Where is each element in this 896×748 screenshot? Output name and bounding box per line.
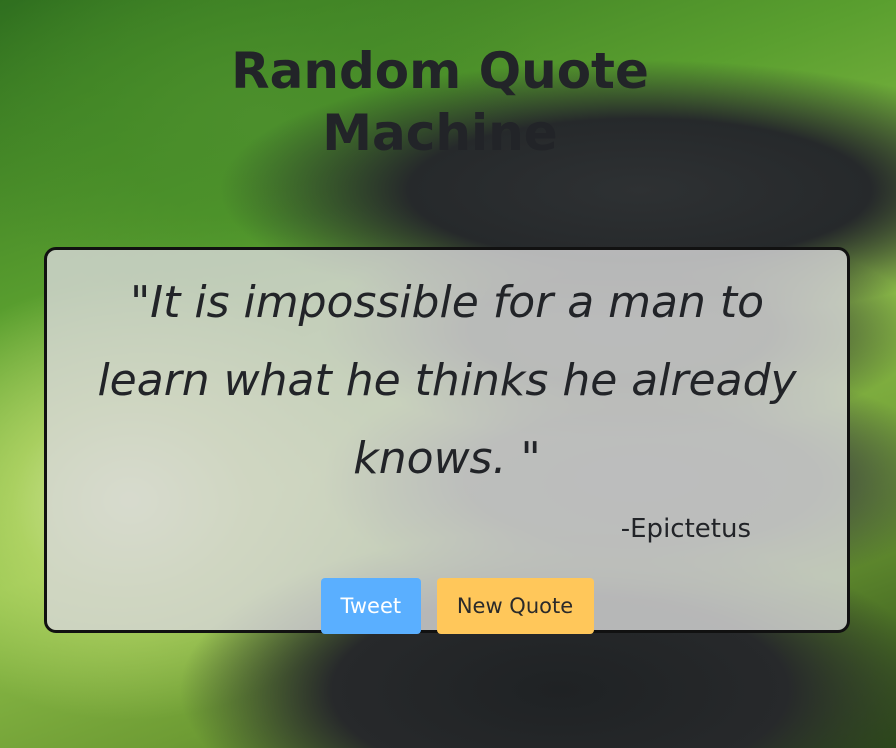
- tweet-button[interactable]: Tweet: [320, 578, 421, 634]
- page-title-line-2: Machine: [322, 104, 558, 162]
- page-title: Random Quote Machine: [0, 40, 880, 164]
- button-row: Tweet New Quote: [47, 578, 847, 634]
- quote-text: "It is impossible for a man to learn wha…: [97, 277, 797, 484]
- new-quote-button[interactable]: New Quote: [436, 578, 594, 634]
- quote-author: -Epictetus: [620, 514, 751, 544]
- page-title-line-1: Random Quote: [231, 42, 649, 100]
- quote-box: "It is impossible for a man to learn wha…: [44, 247, 850, 634]
